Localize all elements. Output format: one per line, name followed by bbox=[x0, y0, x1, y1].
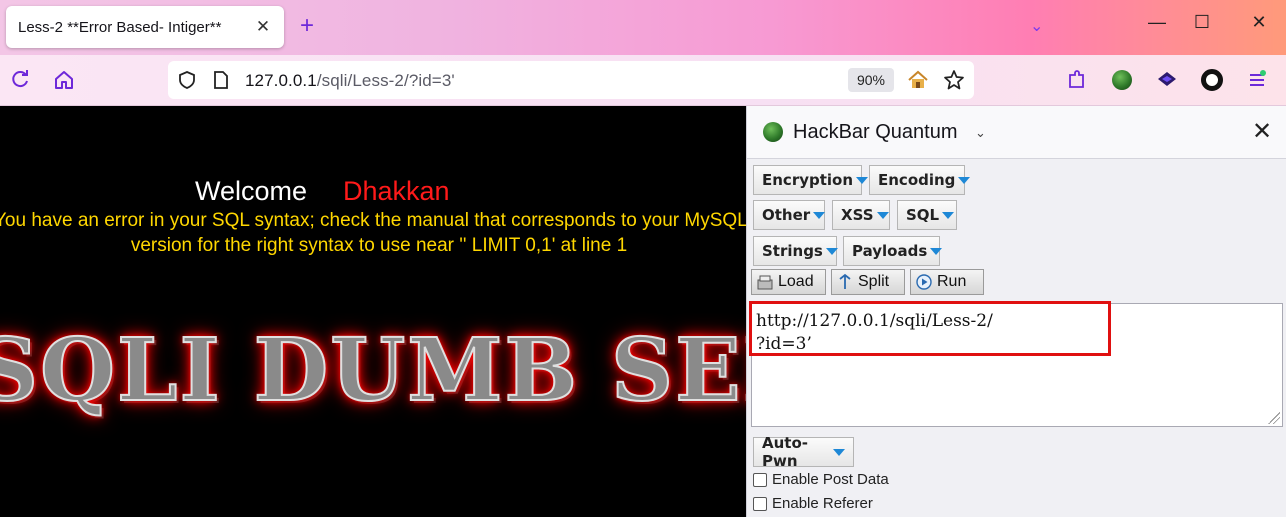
sqli-banner-image: SQLI DUMB SERIES bbox=[0, 319, 746, 422]
play-icon bbox=[915, 273, 933, 291]
page-info-icon[interactable] bbox=[209, 68, 233, 92]
chevron-down-icon[interactable]: ⌄ bbox=[975, 125, 986, 141]
auto-pwn-menu[interactable]: Auto-Pwn bbox=[753, 434, 854, 470]
close-sidebar-icon[interactable]: ✕ bbox=[1252, 117, 1272, 146]
auto-pwn-label: Auto-Pwn bbox=[762, 434, 808, 470]
reload-icon[interactable] bbox=[8, 68, 32, 92]
encryption-menu[interactable]: Encryption bbox=[753, 165, 869, 195]
encoding-label: Encoding bbox=[878, 171, 956, 189]
payloads-label: Payloads bbox=[852, 242, 928, 260]
encryption-label: Encryption bbox=[762, 171, 854, 189]
checkbox-box[interactable] bbox=[753, 472, 767, 487]
tab-list-chevron-icon[interactable]: ⌄ bbox=[1030, 16, 1043, 36]
dropdown-arrow-icon bbox=[876, 211, 889, 219]
welcome-text: Welcome bbox=[195, 176, 308, 206]
url-host: 127.0.0.1 bbox=[245, 71, 317, 90]
dropdown-arrow-icon bbox=[942, 211, 955, 219]
hackbar-extension-icon[interactable] bbox=[1110, 68, 1134, 92]
split-icon bbox=[836, 273, 854, 291]
strings-menu[interactable]: Strings bbox=[753, 236, 838, 266]
enable-post-data-checkbox[interactable]: Enable Post Data bbox=[753, 471, 889, 488]
enable-referer-checkbox[interactable]: Enable Referer bbox=[753, 495, 873, 512]
encoding-menu[interactable]: Encoding bbox=[869, 165, 971, 195]
load-label: Load bbox=[778, 273, 814, 290]
nav-toolbar: 127.0.0.1/sqli/Less-2/?id=3' 90% bbox=[0, 55, 1286, 106]
hackbar-logo-icon bbox=[763, 122, 783, 142]
dropdown-arrow-icon bbox=[958, 176, 971, 184]
dropdown-arrow-icon bbox=[825, 247, 838, 255]
zoom-level-badge[interactable]: 90% bbox=[848, 68, 894, 92]
xss-menu[interactable]: XSS bbox=[832, 200, 890, 230]
new-tab-button[interactable]: + bbox=[300, 14, 314, 38]
run-label: Run bbox=[937, 273, 967, 290]
tab-strip: Less-2 **Error Based- Intiger** ✕ + ⌄ — … bbox=[0, 0, 1286, 55]
hackbar-header: HackBar Quantum ⌄ ✕ bbox=[747, 106, 1286, 159]
other-menu[interactable]: Other bbox=[753, 200, 826, 230]
dropdown-arrow-icon bbox=[856, 176, 869, 184]
run-url-button[interactable]: Run bbox=[910, 269, 984, 295]
ring-extension-icon[interactable] bbox=[1200, 68, 1224, 92]
payloads-menu[interactable]: Payloads bbox=[843, 236, 943, 266]
maximize-button[interactable]: ☐ bbox=[1187, 12, 1217, 33]
dropdown-arrow-icon bbox=[813, 211, 826, 219]
minimize-button[interactable]: — bbox=[1142, 12, 1172, 33]
url-bar[interactable]: 127.0.0.1/sqli/Less-2/?id=3' 90% bbox=[168, 61, 974, 99]
enable-referer-label: Enable Referer bbox=[772, 495, 873, 512]
dropdown-arrow-icon bbox=[833, 448, 845, 456]
sql-error-line-1: You have an error in your SQL syntax; ch… bbox=[0, 210, 746, 231]
xss-label: XSS bbox=[841, 206, 874, 224]
close-window-button[interactable]: ✕ bbox=[1244, 12, 1274, 33]
menu-icon[interactable] bbox=[1245, 68, 1269, 92]
url-highlight-box bbox=[749, 301, 1111, 356]
user-name: Dhakkan bbox=[343, 176, 450, 206]
split-label: Split bbox=[858, 273, 890, 290]
load-url-button[interactable]: Load bbox=[751, 269, 826, 295]
resize-handle-icon[interactable] bbox=[1268, 412, 1280, 424]
url-text[interactable]: 127.0.0.1/sqli/Less-2/?id=3' bbox=[245, 71, 455, 91]
layers-extension-icon[interactable] bbox=[1155, 68, 1179, 92]
checkbox-box[interactable] bbox=[753, 496, 767, 511]
dropdown-arrow-icon bbox=[930, 247, 943, 255]
hackbar-title[interactable]: HackBar Quantum bbox=[793, 121, 958, 144]
sql-label: SQL bbox=[906, 206, 940, 224]
home-bookmark-icon[interactable] bbox=[906, 68, 930, 92]
other-label: Other bbox=[762, 206, 811, 224]
enable-post-label: Enable Post Data bbox=[772, 471, 889, 488]
tab-title: Less-2 **Error Based- Intiger** bbox=[18, 18, 222, 36]
sql-menu[interactable]: SQL bbox=[897, 200, 957, 230]
sql-error-message: You have an error in your SQL syntax; ch… bbox=[0, 208, 746, 258]
tab-close-icon[interactable]: ✕ bbox=[252, 17, 274, 37]
page-content: Welcome Dhakkan You have an error in you… bbox=[0, 106, 746, 517]
load-icon bbox=[756, 273, 774, 291]
sql-error-line-2: version for the right syntax to use near… bbox=[130, 235, 628, 256]
tab-less-2[interactable]: Less-2 **Error Based- Intiger** ✕ bbox=[6, 6, 284, 48]
strings-label: Strings bbox=[762, 242, 823, 260]
home-icon[interactable] bbox=[52, 68, 76, 92]
bookmark-star-icon[interactable] bbox=[942, 68, 966, 92]
split-url-button[interactable]: Split bbox=[831, 269, 905, 295]
tracking-shield-icon[interactable] bbox=[175, 68, 199, 92]
url-path: /sqli/Less-2/?id=3' bbox=[316, 71, 455, 90]
extensions-icon[interactable] bbox=[1065, 68, 1089, 92]
